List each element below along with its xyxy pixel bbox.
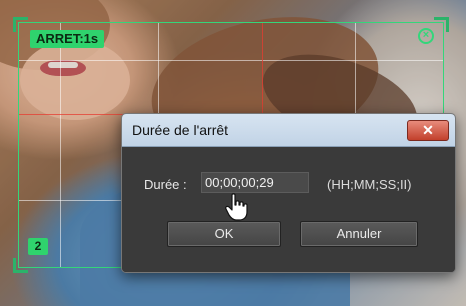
- close-icon[interactable]: ✕: [407, 120, 449, 141]
- duration-label: Durée :: [144, 177, 187, 192]
- ok-button[interactable]: OK: [167, 221, 281, 247]
- keyframe-index-tag: 2: [28, 238, 48, 255]
- dialog-titlebar[interactable]: Durée de l'arrêt ✕: [122, 114, 455, 147]
- resize-handle[interactable]: [13, 258, 28, 273]
- stop-duration-tag: ARRET:1s: [30, 30, 105, 48]
- dialog-body: Durée : 00;00;00;29 (HH;MM;SS;II) OK Ann…: [122, 147, 455, 272]
- duration-input[interactable]: 00;00;00;29: [201, 172, 309, 193]
- hand-cursor-icon: [225, 193, 248, 221]
- resize-handle[interactable]: [13, 17, 28, 32]
- format-hint: (HH;MM;SS;II): [327, 177, 412, 192]
- overlay-close-icon[interactable]: ×: [418, 28, 434, 44]
- cancel-button[interactable]: Annuler: [300, 221, 418, 247]
- stop-duration-dialog: Durée de l'arrêt ✕ Durée : 00;00;00;29 (…: [121, 113, 456, 273]
- dialog-title: Durée de l'arrêt: [132, 122, 229, 138]
- resize-handle[interactable]: [434, 17, 449, 32]
